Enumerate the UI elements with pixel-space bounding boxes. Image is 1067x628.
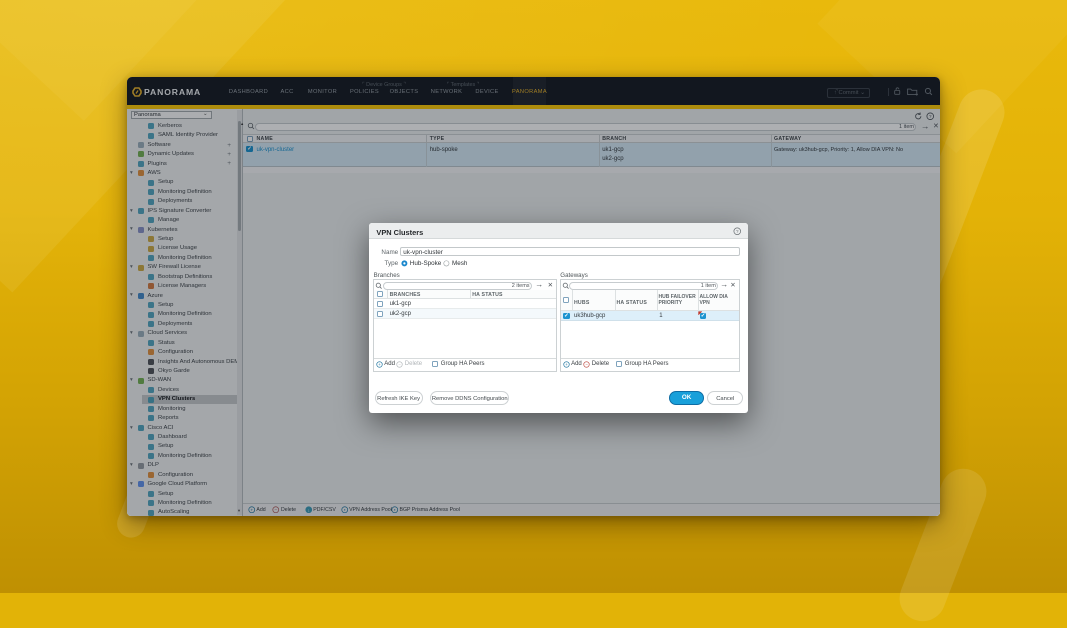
svg-text:+: + — [565, 361, 568, 366]
svg-text:+: + — [378, 361, 381, 366]
svg-text:−: − — [586, 361, 589, 366]
svg-text:?: ? — [736, 229, 739, 235]
svg-text:−: − — [399, 361, 402, 366]
